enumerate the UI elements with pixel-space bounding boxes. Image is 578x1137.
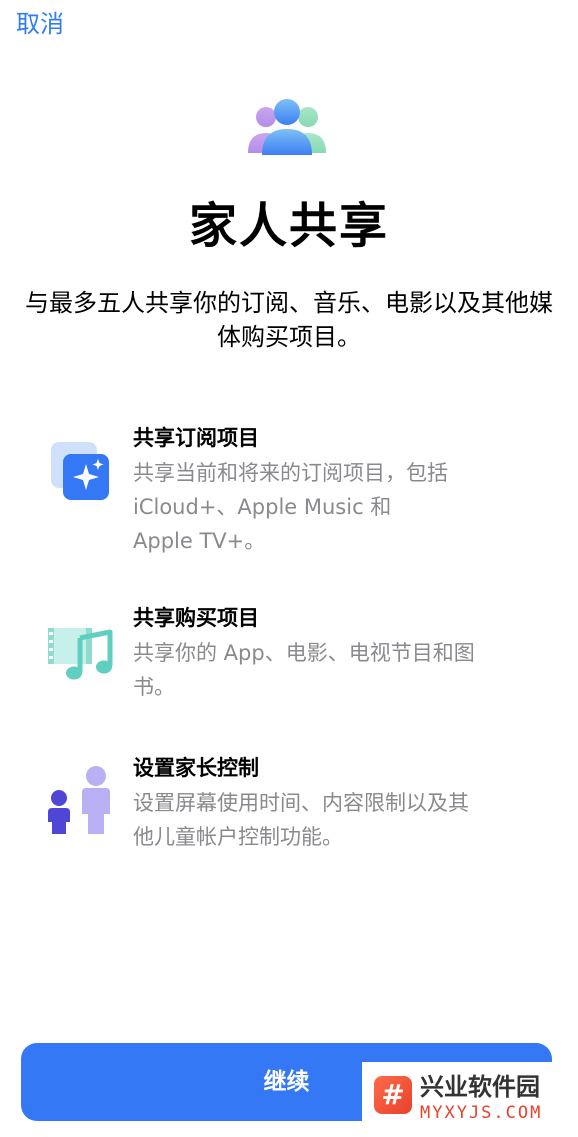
- feature-title: 共享订阅项目: [133, 426, 259, 450]
- purchases-icon: [48, 628, 113, 680]
- feature-title: 共享购买项目: [133, 606, 259, 630]
- feature-title: 设置家长控制: [133, 756, 259, 780]
- family-sharing-icon: [248, 99, 326, 155]
- subscriptions-icon: [51, 442, 109, 500]
- page-title: 家人共享: [188, 198, 389, 254]
- watermark-name: 兴业软件园: [420, 1073, 540, 1101]
- cancel-button[interactable]: 取消: [16, 8, 64, 40]
- watermark: # 兴业软件园 MYXYJS.COM: [362, 1062, 578, 1137]
- feature-description: 共享当前和将来的订阅项目，包括 iCloud+、Apple Music 和 Ap…: [133, 461, 448, 553]
- watermark-logo: #: [374, 1076, 412, 1114]
- parental-controls-icon: [48, 766, 110, 834]
- watermark-url: MYXYJS.COM: [420, 1103, 543, 1123]
- feature-description: 设置屏幕使用时间、内容限制以及其 他儿童帐户控制功能。: [133, 791, 469, 849]
- feature-description: 共享你的 App、电影、电视节目和图 书。: [133, 641, 475, 699]
- page-subtitle: 与最多五人共享你的订阅、音乐、电影以及其他媒体购买项目。: [25, 289, 553, 351]
